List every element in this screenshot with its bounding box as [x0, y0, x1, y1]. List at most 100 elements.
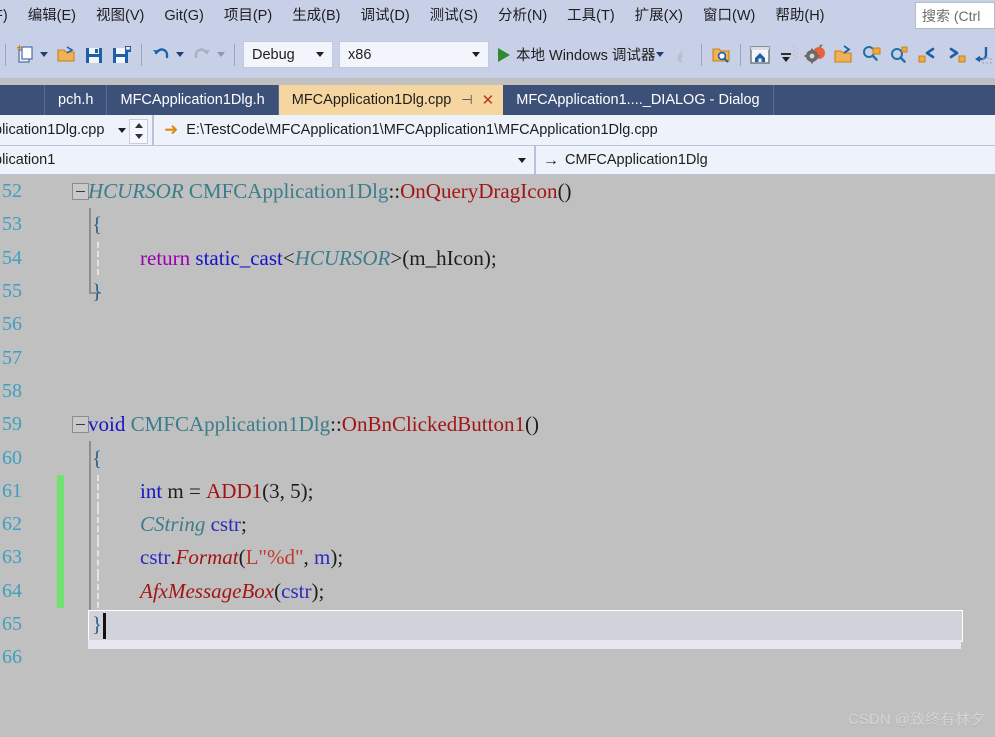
indent-guide — [97, 474, 99, 508]
watermark: CSDN @致终有林夕 — [848, 711, 985, 728]
undo-dropdown-caret[interactable] — [176, 52, 184, 57]
quick-find-icon[interactable] — [886, 40, 914, 70]
tab-mfcapplication1dlg-cpp[interactable]: MFCApplication1Dlg.cpp ⊣ ✕ — [278, 85, 504, 115]
chevron-down-icon — [316, 52, 324, 57]
navigation-spinner[interactable] — [129, 118, 148, 144]
menu-project[interactable]: 项目(P) — [215, 4, 281, 28]
start-debugging-label: 本地 Windows 调试器 — [516, 48, 656, 64]
project-selector-combo[interactable]: plication1 — [0, 147, 534, 174]
step-out-icon[interactable] — [970, 40, 995, 70]
code-line[interactable]: 59 void CMFCApplication1Dlg:: OnBnClicked… — [0, 408, 995, 441]
menu-analyze[interactable]: 分析(N) — [489, 4, 556, 28]
menu-debug[interactable]: 调试(D) — [352, 4, 419, 28]
start-debugging-dropdown-caret[interactable] — [656, 52, 665, 57]
indent-guide — [97, 574, 99, 608]
code-line[interactable]: 53 { — [0, 208, 995, 242]
project-selector-value: plication1 — [0, 152, 56, 168]
new-project-icon[interactable] — [11, 40, 39, 70]
properties-icon[interactable] — [802, 40, 830, 70]
arrow-right-icon: → — [543, 151, 559, 169]
code-line[interactable]: 62 CString cstr; — [0, 508, 995, 542]
platform-combo[interactable]: x86 — [339, 41, 489, 68]
code-text: return static_cast < HCURSOR >(m_hIcon); — [140, 245, 497, 270]
tab-pch-h[interactable]: pch.h — [45, 85, 108, 115]
line-number: 57 — [2, 346, 22, 369]
code-text: AfxMessageBox(cstr); — [140, 578, 325, 603]
undo-icon[interactable] — [147, 40, 175, 70]
toolbar-separator — [234, 43, 235, 66]
code-text: } — [92, 612, 103, 637]
code-editor[interactable]: 52 HCURSOR CMFCApplication1Dlg:: OnQueryD… — [0, 175, 995, 737]
open-file-icon[interactable] — [52, 40, 80, 70]
step-forward-icon[interactable] — [942, 40, 970, 70]
search-box[interactable]: 搜索 (Ctrl — [915, 2, 995, 29]
menu-window[interactable]: 窗口(W) — [694, 4, 764, 28]
start-debugging-button[interactable]: 本地 Windows 调试器 — [498, 44, 655, 65]
code-line[interactable]: 56 — [0, 308, 995, 341]
chevron-up-icon — [134, 122, 143, 128]
code-text: HCURSOR CMFCApplication1Dlg:: OnQueryDrag… — [88, 179, 572, 204]
tab-dialog-designer[interactable]: MFCApplication1...._DIALOG - Dialog — [503, 85, 774, 115]
code-line[interactable]: 52 HCURSOR CMFCApplication1Dlg:: OnQueryD… — [0, 175, 995, 208]
fold-guide — [89, 241, 91, 275]
tab-active-label: MFCApplication1Dlg.cpp — [291, 92, 452, 108]
save-all-icon[interactable] — [108, 40, 136, 70]
code-line[interactable]: 64 AfxMessageBox(cstr); — [0, 574, 995, 608]
code-line[interactable]: 54 return static_cast < HCURSOR >(m_hIcon); — [0, 241, 995, 275]
code-text: CString cstr; — [140, 512, 247, 537]
file-selector-combo[interactable]: plication1Dlg.cpp — [0, 115, 152, 145]
collapse-icon[interactable] — [72, 416, 89, 434]
step-icon[interactable] — [774, 40, 802, 70]
chevron-down-icon — [118, 127, 126, 133]
line-number: 66 — [2, 646, 22, 669]
line-number: 54 — [2, 246, 22, 269]
menu-test[interactable]: 测试(S) — [421, 4, 487, 28]
code-text: int m = ADD1 (3, 5); — [140, 478, 314, 503]
code-text: { — [92, 212, 103, 237]
code-line[interactable]: 60 { — [0, 441, 995, 475]
hot-reload-icon[interactable] — [668, 40, 696, 70]
save-icon[interactable] — [80, 40, 108, 70]
toolbar-separator — [701, 43, 703, 66]
file-path-text: E:\TestCode\MFCApplication1\MFCApplicati… — [186, 122, 658, 138]
code-line-current[interactable]: 65 } — [0, 607, 995, 642]
text-caret — [103, 612, 106, 639]
close-icon[interactable]: ✕ — [482, 91, 495, 109]
zoom-search-icon[interactable] — [858, 40, 886, 70]
menu-view[interactable]: 视图(V) — [87, 4, 153, 28]
find-in-files-icon[interactable] — [707, 40, 735, 70]
redo-dropdown-caret[interactable] — [217, 52, 225, 57]
menu-tools[interactable]: 工具(T) — [558, 4, 624, 28]
code-line[interactable]: 55 } — [0, 274, 995, 308]
line-number: 62 — [2, 513, 22, 536]
redo-icon[interactable] — [188, 40, 216, 70]
tab-mfcapplication1dlg-h[interactable]: MFCApplication1Dlg.h — [107, 85, 279, 115]
code-text: cstr. Format(L"%d", m); — [140, 545, 344, 570]
line-number: 65 — [2, 613, 22, 636]
menu-git[interactable]: Git(G) — [155, 4, 212, 28]
menu-extensions[interactable]: 扩展(X) — [626, 4, 692, 28]
menu-file[interactable]: F) — [0, 4, 17, 28]
visual-studio-window: F) 编辑(E) 视图(V) Git(G) 项目(P) 生成(B) 调试(D) … — [0, 0, 995, 737]
menu-build[interactable]: 生成(B) — [283, 4, 349, 28]
new-project-dropdown-caret[interactable] — [40, 52, 48, 57]
horizontal-scrollbar[interactable] — [88, 640, 961, 649]
open-folder-icon[interactable] — [830, 40, 858, 70]
line-number: 59 — [2, 413, 22, 436]
code-line[interactable]: 57 — [0, 342, 995, 375]
home-icon[interactable] — [746, 40, 774, 70]
code-line[interactable]: 58 — [0, 375, 995, 408]
collapse-icon[interactable] — [72, 183, 89, 200]
pin-icon[interactable]: ⊣ — [461, 93, 472, 106]
class-name-text: CMFCApplication1Dlg — [565, 152, 708, 168]
code-line[interactable]: 61 int m = ADD1 (3, 5); — [0, 474, 995, 508]
fold-guide — [89, 541, 91, 575]
fold-guide — [89, 574, 91, 608]
menu-help[interactable]: 帮助(H) — [766, 4, 833, 28]
class-navigation-bar: plication1 → CMFCApplication1Dlg — [0, 146, 995, 175]
configuration-combo[interactable]: Debug — [243, 41, 333, 68]
code-line[interactable]: 63 cstr. Format(L"%d", m); — [0, 541, 995, 575]
step-back-icon[interactable] — [914, 40, 942, 70]
change-indicator — [57, 574, 64, 608]
menu-edit[interactable]: 编辑(E) — [19, 4, 85, 28]
